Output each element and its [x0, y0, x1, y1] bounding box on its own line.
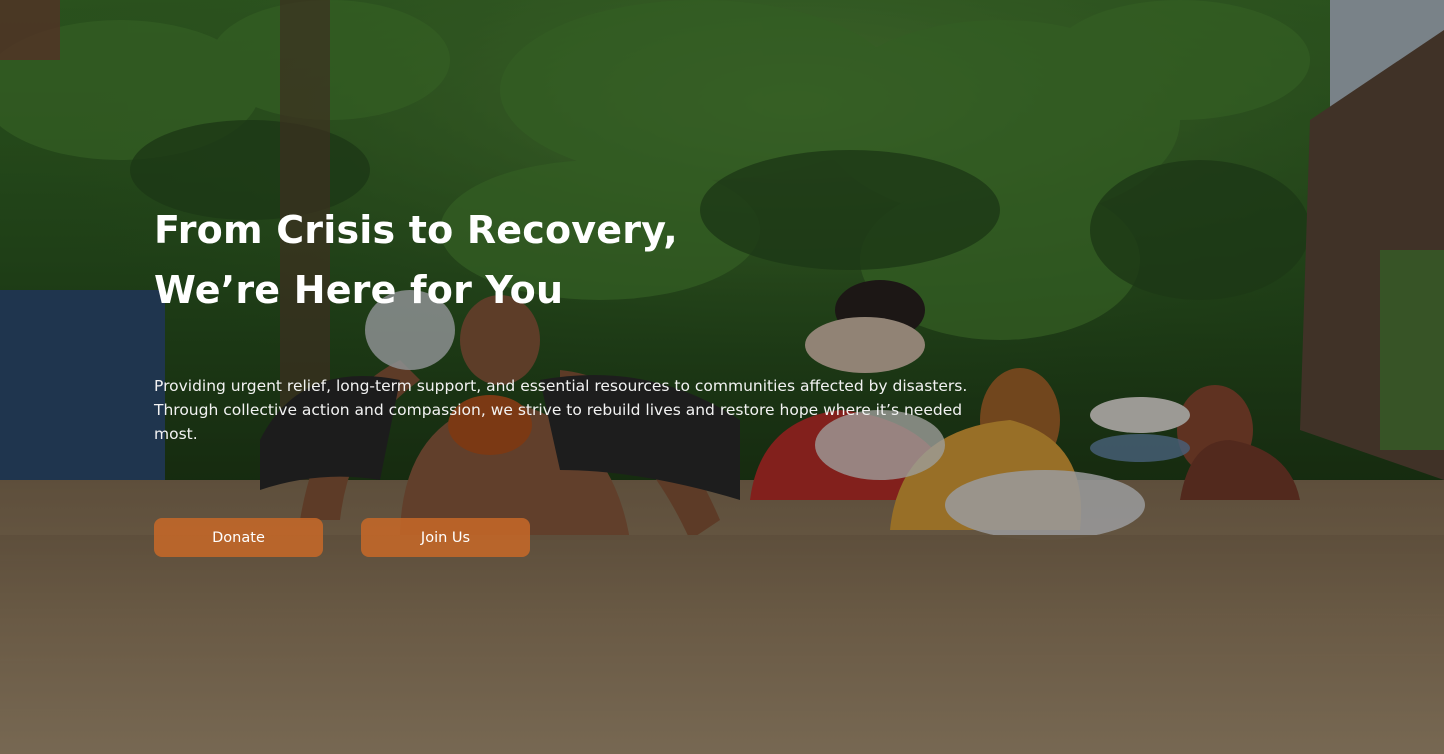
hero-title-line-1: From Crisis to Recovery, — [154, 208, 678, 252]
hero-section: From Crisis to Recovery, We’re Here for … — [0, 0, 1444, 754]
hero-title: From Crisis to Recovery, We’re Here for … — [154, 200, 984, 320]
hero-buttons: Donate Join Us — [154, 518, 530, 557]
hero-title-line-2: We’re Here for You — [154, 268, 564, 312]
hero-content: From Crisis to Recovery, We’re Here for … — [154, 200, 984, 557]
join-us-button[interactable]: Join Us — [361, 518, 530, 557]
hero-description: Providing urgent relief, long-term suppo… — [154, 377, 968, 443]
donate-button[interactable]: Donate — [154, 518, 323, 557]
